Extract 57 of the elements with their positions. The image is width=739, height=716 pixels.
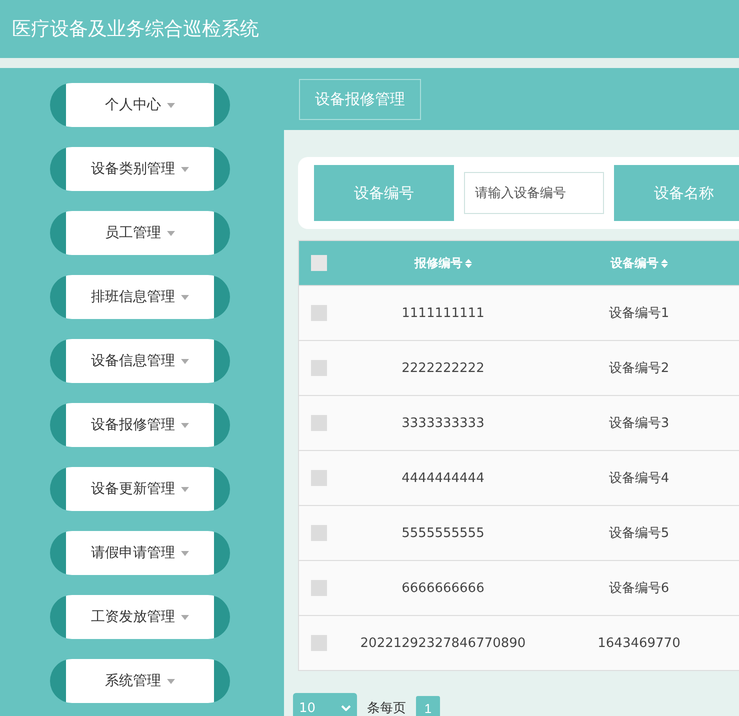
caret-icon <box>181 422 189 428</box>
select-all-checkbox[interactable] <box>311 255 327 271</box>
table-cell-text: 设备编号4 <box>608 470 670 487</box>
menu-item[interactable]: 请假申请管理 <box>50 531 230 575</box>
page-size-label: 条每页 <box>367 700 406 716</box>
table-row[interactable]: 5555555555 设备编号5 <box>299 505 739 560</box>
table-cell: 3333333333 <box>402 416 484 430</box>
table-row[interactable]: 2222222222 设备编号2 <box>299 340 739 395</box>
table-row[interactable]: 6666666666 设备编号6 <box>299 560 739 615</box>
table-row[interactable]: 3333333333 设备编号3 <box>299 395 739 450</box>
menu-item[interactable]: 工资发放管理 <box>50 595 230 639</box>
caret-icon <box>167 102 175 108</box>
row-checkbox[interactable] <box>311 415 327 431</box>
search-field[interactable]: 请输入设备编号 <box>464 172 604 214</box>
row-checkbox[interactable] <box>311 305 327 321</box>
row-checkbox[interactable] <box>311 580 327 596</box>
caret-icon <box>181 550 189 556</box>
menu-item[interactable]: 排班信息管理 <box>50 275 230 319</box>
caret-icon <box>181 294 189 300</box>
row-checkbox[interactable] <box>311 360 327 376</box>
row-checkbox[interactable] <box>311 470 327 486</box>
table-cell-text: 设备编号5 <box>608 525 670 542</box>
row-checkbox[interactable] <box>311 525 327 541</box>
table-cell-text: 设备编号2 <box>608 360 670 377</box>
menu-item[interactable]: 员工管理 <box>50 211 230 255</box>
sort-icon[interactable] <box>660 258 668 268</box>
caret-icon <box>167 230 175 236</box>
table-row[interactable]: 1111111111 设备编号1 <box>299 285 739 340</box>
table-cell: 2222222222 <box>402 360 484 376</box>
table-cell: 20221292327846770890 <box>360 636 526 650</box>
row-checkbox[interactable] <box>311 635 327 651</box>
caret-icon <box>181 614 189 620</box>
caret-icon <box>167 678 175 684</box>
table-cell: 6666666666 <box>402 580 484 596</box>
sort-icon[interactable] <box>464 258 472 268</box>
table-cell-text: 设备编号3 <box>608 415 670 432</box>
table-cell: 1643469770 <box>598 636 680 650</box>
caret-icon <box>181 166 189 172</box>
table-cell: 4444444444 <box>402 470 484 486</box>
table-row[interactable]: 20221292327846770890 1643469770 <box>299 615 739 670</box>
caret-icon <box>181 486 189 492</box>
table-cell: 5555555555 <box>402 526 484 540</box>
menu-item[interactable]: 设备信息管理 <box>50 339 230 383</box>
table-row[interactable]: 4444444444 设备编号4 <box>299 450 739 505</box>
menu-item[interactable]: 设备类别管理 <box>50 147 230 191</box>
menu-item[interactable]: 设备报修管理 <box>50 403 230 447</box>
table-cell-text: 设备编号1 <box>608 305 670 322</box>
menu-item[interactable]: 个人中心 <box>50 83 230 127</box>
table-cell-text: 设备编号6 <box>608 580 670 597</box>
chevron-icon <box>341 705 351 711</box>
field-label: 设备编号 <box>314 165 454 221</box>
menu-item[interactable]: 设备更新管理 <box>50 467 230 511</box>
menu-item[interactable]: 系统管理 <box>50 659 230 703</box>
field-label: 设备名称 <box>614 165 739 221</box>
caret-icon <box>181 358 189 364</box>
app-title: 医疗设备及业务综合巡检系统 <box>12 17 259 42</box>
table-cell: 1111111111 <box>402 306 484 320</box>
